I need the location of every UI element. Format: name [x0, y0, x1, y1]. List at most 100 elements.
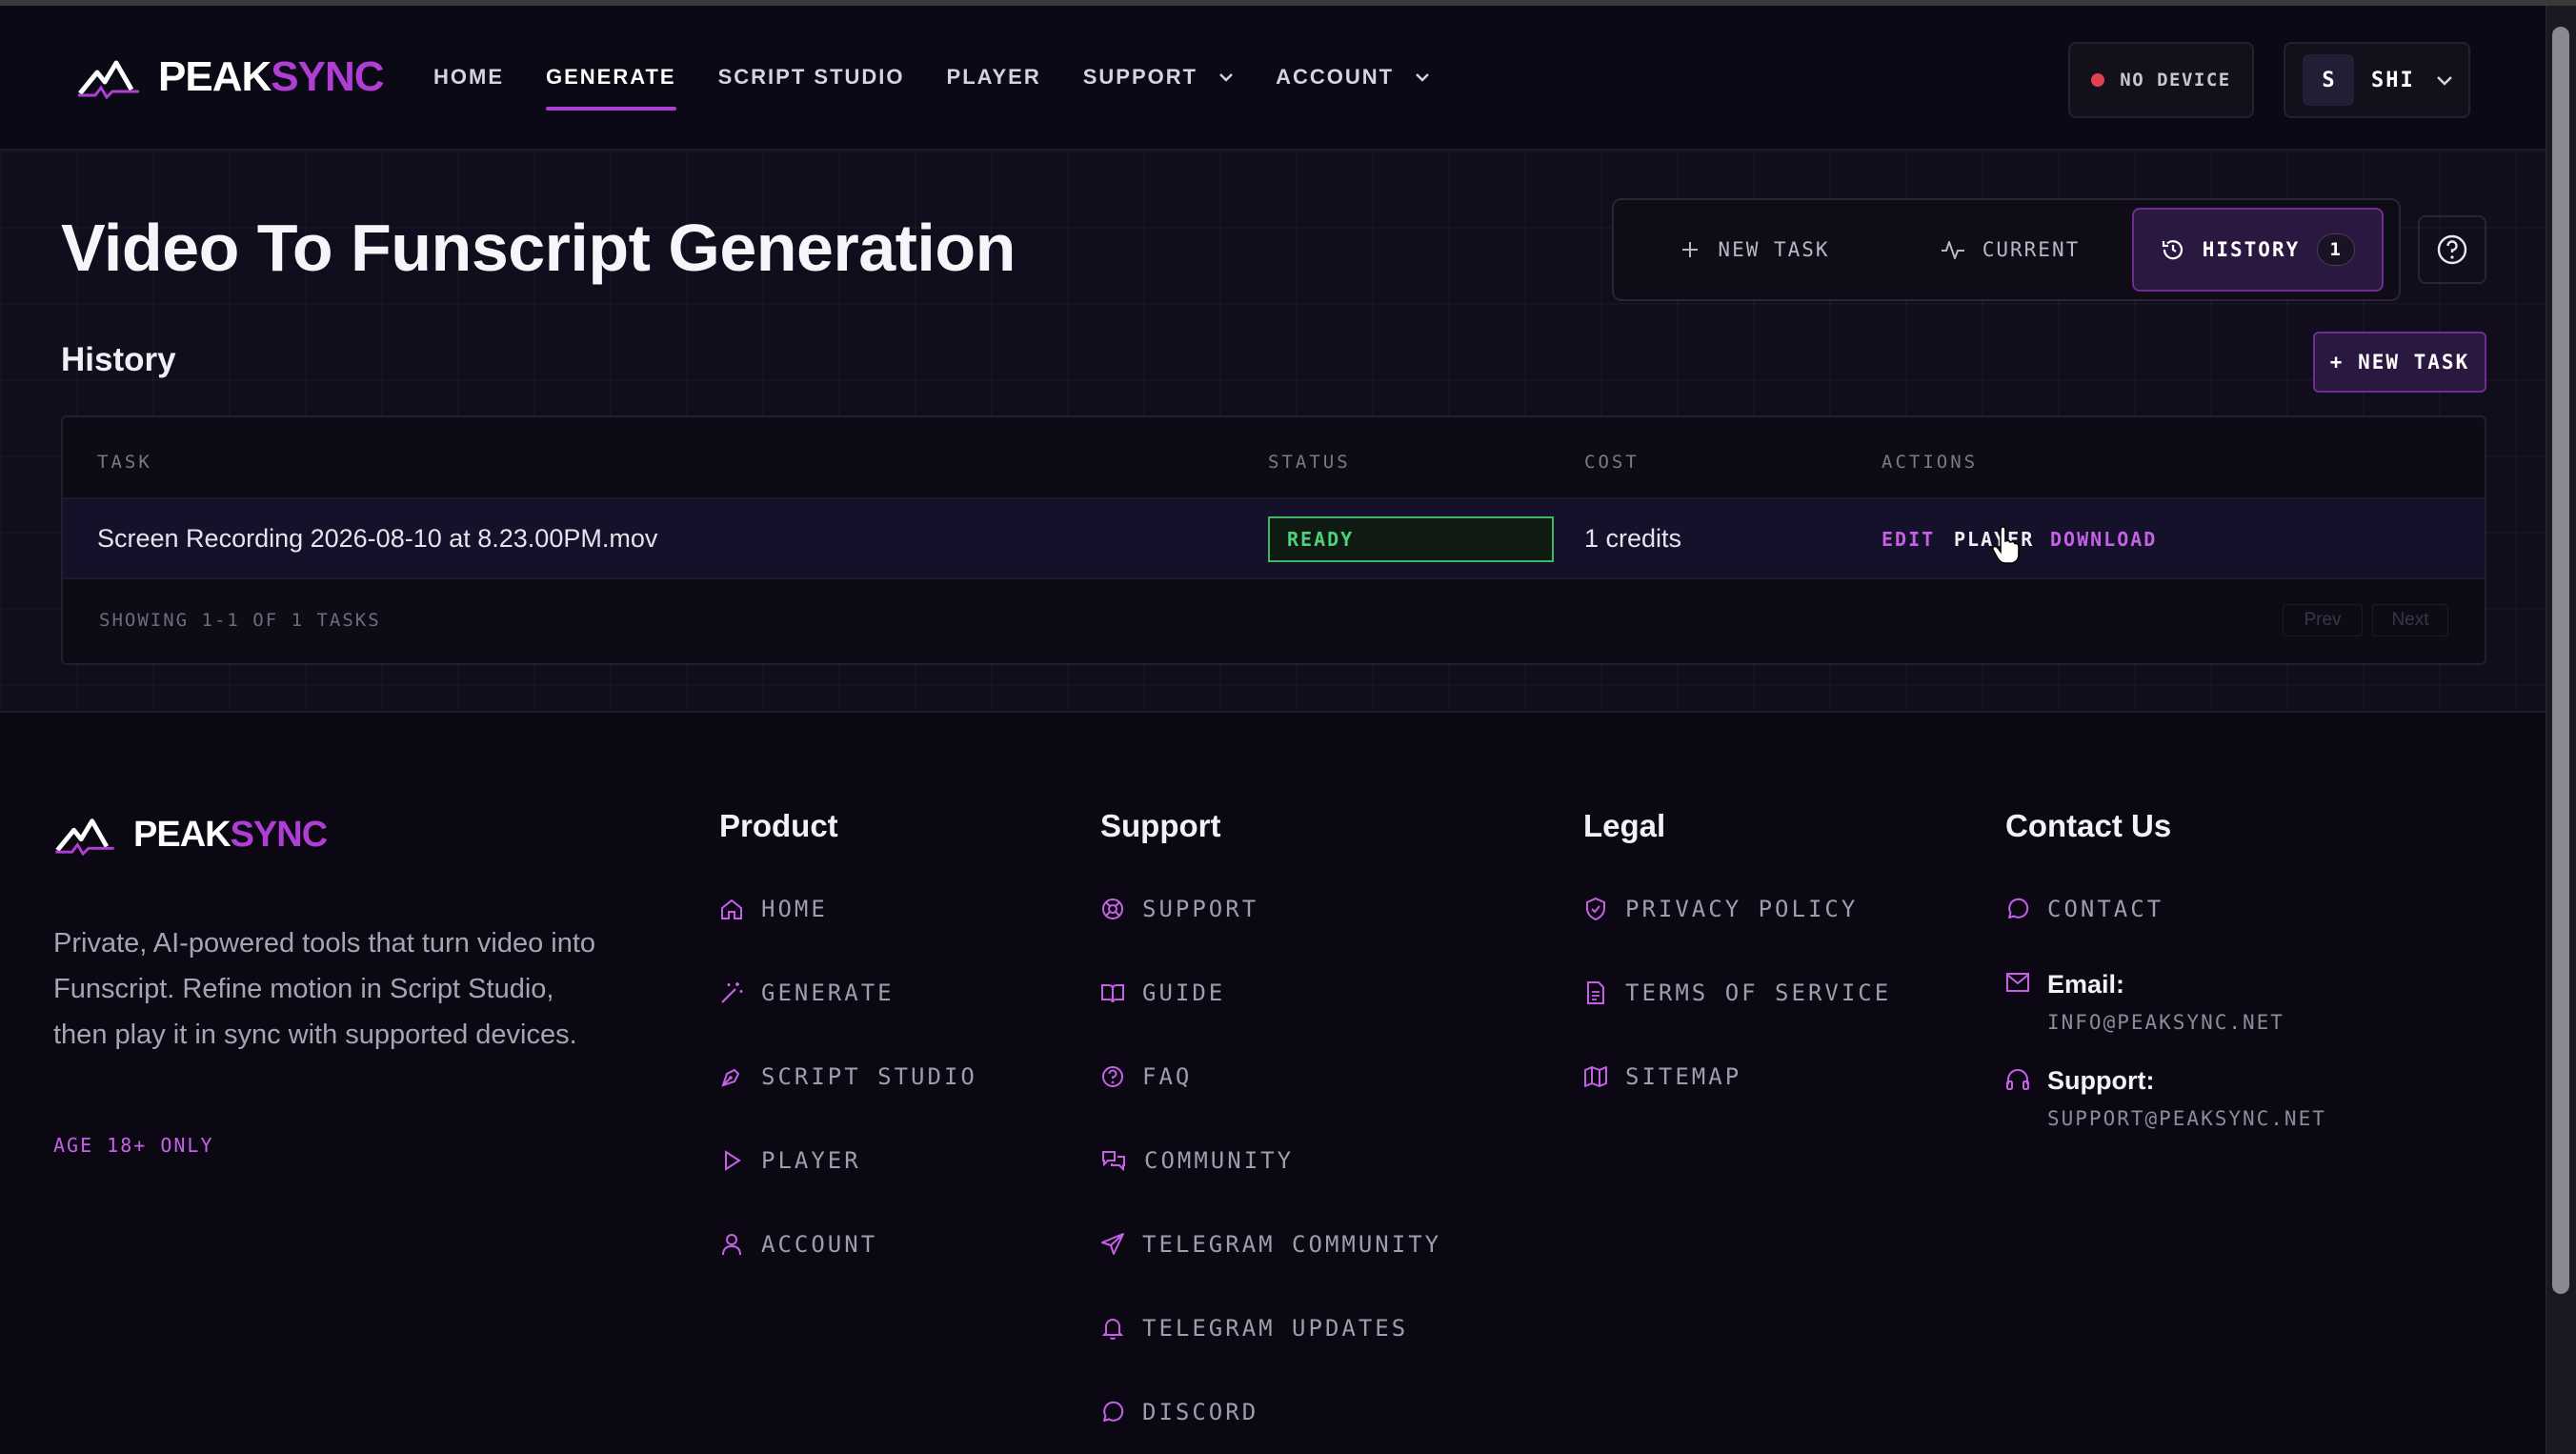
mail-icon — [2006, 973, 2029, 992]
user-name: SHI — [2371, 68, 2415, 92]
tab-new-task[interactable]: NEW TASK — [1621, 208, 1888, 292]
footer-link-sitemap-label: SITEMAP — [1625, 1063, 1742, 1090]
tab-current[interactable]: CURRENT — [1888, 208, 2132, 292]
footer-link-faq[interactable]: FAQ — [1100, 1063, 1192, 1090]
user-menu-button[interactable]: S SHI — [2284, 42, 2470, 118]
footer-link-telegram-updates-label: TELEGRAM UPDATES — [1142, 1315, 1409, 1342]
help-circle-icon — [2437, 234, 2467, 265]
message-circle-icon — [2008, 898, 2029, 919]
footer-link-contact[interactable]: CONTACT — [2005, 896, 2163, 922]
nav-account-label: ACCOUNT — [1276, 65, 1395, 89]
play-icon — [725, 1150, 741, 1171]
footer-link-telegram-updates[interactable]: TELEGRAM UPDATES — [1100, 1315, 1408, 1342]
chevron-down-icon — [1219, 73, 1233, 82]
avatar: S — [2303, 54, 2354, 106]
footer-link-discord[interactable]: DISCORD — [1100, 1399, 1258, 1425]
footer-link-telegram-community[interactable]: TELEGRAM COMMUNITY — [1100, 1231, 1441, 1258]
message-circle-icon — [1103, 1401, 1124, 1422]
table-row: Screen Recording 2026-08-10 at 8.23.00PM… — [63, 497, 2485, 579]
scrollbar-thumb[interactable] — [2552, 27, 2569, 1294]
footer-link-privacy-policy[interactable]: PRIVACY POLICY — [1583, 896, 1858, 922]
site-footer: PEAKSYNC Private, AI-powered tools that … — [0, 713, 2546, 1454]
tab-new-task-label: NEW TASK — [1718, 238, 1830, 261]
tab-history-label: HISTORY — [2202, 238, 2301, 261]
footer-link-generate[interactable]: GENERATE — [719, 979, 895, 1006]
nav-player[interactable]: PLAYER — [947, 65, 1041, 90]
footer-link-terms-of-service[interactable]: TERMS OF SERVICE — [1583, 979, 1891, 1006]
email-value[interactable]: INFO@PEAKSYNC.NET — [2047, 1011, 2284, 1034]
map-icon — [1584, 1066, 1607, 1087]
site-header: PEAKSYNC HOME GENERATE SCRIPT STUDIO PLA… — [0, 6, 2546, 151]
brand-logo[interactable]: PEAKSYNC — [76, 53, 385, 101]
book-open-icon — [1101, 984, 1124, 1003]
home-icon — [721, 899, 742, 919]
brand-name-a: PEAK — [158, 53, 272, 100]
column-header-cost: COST — [1584, 452, 1640, 473]
footer-link-telegram-community-label: TELEGRAM COMMUNITY — [1142, 1231, 1442, 1258]
bell-icon — [1101, 1319, 1124, 1340]
history-table: TASK STATUS COST ACTIONS Screen Recordin… — [61, 415, 2486, 665]
support-email-value[interactable]: SUPPORT@PEAKSYNC.NET — [2047, 1107, 2326, 1130]
main-content: Video To Funscript Generation NEW TASK C… — [0, 151, 2546, 713]
footer-link-sitemap[interactable]: SITEMAP — [1583, 1063, 1741, 1090]
footer-link-home-label: HOME — [761, 896, 828, 922]
support-label: Support: — [2047, 1066, 2155, 1095]
help-circle-icon — [1102, 1066, 1123, 1087]
footer-link-support[interactable]: SUPPORT — [1100, 896, 1258, 922]
magic-wand-icon — [721, 982, 743, 1003]
footer-link-community[interactable]: COMMUNITY — [1100, 1147, 1294, 1174]
footer-link-privacy-policy-label: PRIVACY POLICY — [1625, 896, 1859, 922]
footer-link-home[interactable]: HOME — [719, 896, 828, 922]
user-icon — [722, 1234, 741, 1256]
footer-link-script-studio[interactable]: SCRIPT STUDIO — [719, 1063, 977, 1090]
device-status-button[interactable]: NO DEVICE — [2068, 42, 2254, 118]
nav-generate[interactable]: GENERATE — [546, 65, 676, 111]
history-count-badge: 1 — [2317, 233, 2356, 266]
chat-bubbles-icon — [1102, 1151, 1125, 1172]
status-badge: READY — [1268, 516, 1554, 562]
nav-home[interactable]: HOME — [433, 65, 504, 90]
pagination-summary: SHOWING 1-1 OF 1 TASKS — [99, 610, 381, 631]
brand-name-b: SYNC — [230, 814, 329, 855]
edit-button[interactable]: EDIT — [1882, 528, 1935, 551]
footer-link-guide[interactable]: GUIDE — [1100, 979, 1225, 1006]
footer-link-account-label: ACCOUNT — [761, 1231, 878, 1258]
nav-account[interactable]: ACCOUNT — [1276, 65, 1430, 90]
footer-contact-title: Contact Us — [2005, 808, 2172, 843]
pen-tool-icon — [721, 1068, 740, 1087]
help-button[interactable] — [2418, 215, 2486, 284]
hand-cursor-icon — [1991, 526, 2020, 564]
nav-script-studio[interactable]: SCRIPT STUDIO — [718, 65, 905, 90]
peak-logo-icon — [55, 818, 114, 856]
page-scrollbar[interactable] — [2546, 6, 2576, 1454]
footer-product-title: Product — [719, 808, 838, 843]
next-page-button[interactable]: Next — [2372, 604, 2448, 636]
footer-link-generate-label: GENERATE — [761, 979, 895, 1006]
file-text-icon — [1587, 981, 1604, 1004]
history-icon — [2162, 240, 2183, 260]
footer-legal-title: Legal — [1583, 808, 1666, 843]
task-cost: 1 credits — [1584, 524, 1682, 553]
column-header-task: TASK — [97, 452, 152, 473]
footer-link-discord-label: DISCORD — [1142, 1399, 1259, 1425]
send-icon — [1101, 1233, 1124, 1255]
footer-link-community-label: COMMUNITY — [1144, 1147, 1295, 1174]
age-notice: AGE 18+ ONLY — [53, 1134, 214, 1157]
shield-check-icon — [1586, 897, 1605, 921]
footer-logo[interactable]: PEAKSYNC — [53, 814, 329, 856]
prev-page-button[interactable]: Prev — [2283, 604, 2363, 636]
chevron-down-icon — [2436, 75, 2452, 86]
nav-support[interactable]: SUPPORT — [1083, 65, 1234, 90]
brand-name-b: SYNC — [271, 53, 384, 100]
footer-description: Private, AI-powered tools that turn vide… — [53, 928, 596, 1050]
download-button[interactable]: DOWNLOAD — [2050, 528, 2157, 551]
device-status-label: NO DEVICE — [2120, 70, 2231, 91]
tab-history[interactable]: HISTORY 1 — [2132, 208, 2384, 292]
column-header-status: STATUS — [1268, 452, 1351, 473]
new-task-button[interactable]: + NEW TASK — [2313, 332, 2486, 393]
footer-link-terms-of-service-label: TERMS OF SERVICE — [1625, 979, 1892, 1006]
headphones-icon — [2006, 1069, 2029, 1090]
footer-link-account[interactable]: ACCOUNT — [719, 1231, 877, 1258]
task-tabs: NEW TASK CURRENT HISTORY 1 — [1612, 198, 2401, 301]
footer-link-player[interactable]: PLAYER — [719, 1147, 861, 1174]
